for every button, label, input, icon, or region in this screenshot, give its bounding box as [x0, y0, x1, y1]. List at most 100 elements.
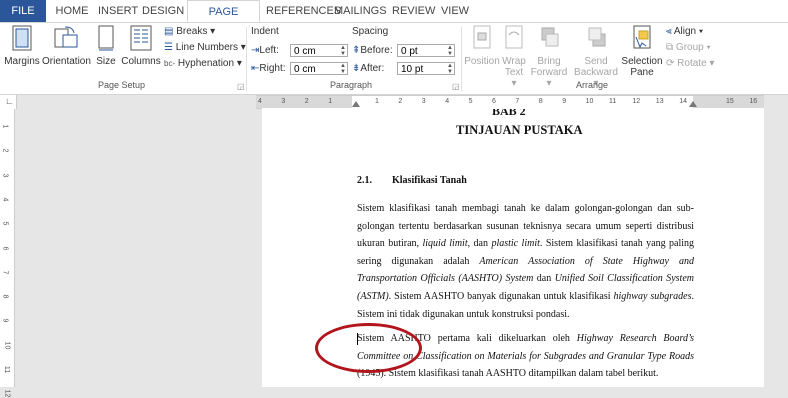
margins-icon: [12, 25, 32, 51]
tab-mailings[interactable]: MAILINGS: [334, 0, 387, 22]
columns-button[interactable]: Columns: [121, 25, 161, 67]
ruler-number: 4: [1, 197, 9, 202]
paragraph-1[interactable]: Sistem klasifikasi tanah membagi tanah k…: [357, 200, 694, 323]
hyphenation-button[interactable]: bc- Hyphenation ▾: [164, 58, 242, 69]
breaks-icon: ▤: [164, 26, 174, 37]
spacing-before-input[interactable]: 0 pt ▲ ▼: [397, 44, 455, 57]
spin-arrows-icon[interactable]: ▲ ▼: [447, 63, 453, 75]
orientation-icon: [54, 26, 78, 48]
text-run: (1945). Sistem klasifikasi tanah AASHTO …: [357, 368, 659, 380]
right-indent-marker-icon[interactable]: [689, 101, 697, 107]
ruler-number: 12: [3, 389, 11, 398]
align-button[interactable]: ⫷ Align ▾: [666, 26, 703, 37]
tab-design[interactable]: DESIGN: [142, 0, 184, 22]
ruler-number: 14: [679, 98, 687, 105]
paragraph-launcher-icon[interactable]: ◲: [452, 82, 460, 91]
wrap-label-2: Text ▾: [504, 67, 524, 89]
orientation-button[interactable]: Orientation: [42, 25, 91, 67]
divider: [461, 27, 462, 91]
spacing-after-label: ⇟After:: [352, 63, 384, 74]
ruler-number: 9: [562, 98, 567, 105]
selection-pane-icon: [633, 25, 651, 49]
tab-file[interactable]: FILE: [0, 0, 46, 22]
tab-selector[interactable]: ∟: [0, 95, 17, 109]
wrap-label-2-text: Text: [504, 67, 524, 78]
position-button[interactable]: Position: [463, 25, 501, 67]
bring-forward-button[interactable]: Bring Forward ▾: [529, 25, 569, 89]
ruler-number: 6: [1, 246, 9, 250]
hyphenation-label: Hyphenation: [177, 58, 235, 69]
spacing-label: Spacing: [352, 26, 389, 37]
vertical-ruler[interactable]: 1 2 3 4 5 6 7 8 9 10 11 12: [0, 109, 15, 398]
group-button[interactable]: ⧉ Group ▾: [666, 42, 711, 53]
indent-right-label: ⇤Right:: [251, 63, 286, 74]
ruler-number: 16: [749, 98, 758, 105]
margins-button[interactable]: Margins: [4, 25, 40, 67]
spacing-after-input[interactable]: 10 pt ▲ ▼: [397, 62, 455, 75]
tab-stop-icon: ∟: [5, 96, 14, 106]
ruler-number: 5: [468, 98, 473, 105]
line-numbers-button[interactable]: ☰ Line Numbers ▾: [164, 42, 246, 53]
ruler-number: 15: [726, 98, 734, 105]
tab-home[interactable]: HOME: [54, 0, 90, 22]
indent-right-text: Right:: [259, 63, 286, 74]
ruler-number: 3: [421, 98, 426, 105]
selection-label-1: Selection: [621, 56, 663, 67]
ruler-number: 8: [538, 98, 543, 105]
indent-right-input[interactable]: 0 cm ▲ ▼: [290, 62, 348, 75]
wrap-text-button[interactable]: Wrap Text ▾: [501, 25, 527, 89]
paragraph-group-label: Paragraph: [330, 80, 373, 90]
spin-arrows-icon[interactable]: ▲ ▼: [447, 45, 453, 57]
columns-label: Columns: [121, 56, 161, 67]
tab-page-layout[interactable]: PAGE LAYOUT: [187, 0, 260, 40]
ribbon: Margins Orientation Size Columns ▤ Break…: [0, 23, 788, 95]
chapter-title: TINJAUAN PUSTAKA: [456, 123, 583, 137]
spacing-before-value: 0 pt: [401, 46, 418, 57]
indent-left-text: Left:: [259, 45, 279, 56]
ruler-number: 10: [585, 98, 594, 105]
align-label: Align: [673, 26, 697, 37]
spacing-before-label: ⇞Before:: [352, 45, 393, 56]
page-setup-group-label: Page Setup: [98, 80, 146, 90]
align-icon: ⫷: [666, 26, 672, 37]
divider: [246, 27, 247, 91]
send-backward-icon: [588, 27, 606, 47]
tab-review[interactable]: REVIEW: [392, 0, 435, 22]
size-button[interactable]: Size: [93, 25, 119, 67]
ruler-number: 9: [1, 318, 9, 323]
size-label: Size: [96, 56, 116, 67]
indent-label: Indent: [251, 26, 279, 37]
ruler-number: 7: [1, 270, 9, 275]
send-label-1: Send: [584, 56, 608, 67]
indent-marker-icon[interactable]: [352, 101, 360, 107]
ribbon-tabs: FILE HOME INSERT DESIGN PAGE LAYOUT REFE…: [0, 0, 788, 40]
tab-references[interactable]: REFERENCES: [266, 0, 341, 22]
spin-arrows-icon[interactable]: ▲ ▼: [340, 63, 346, 75]
tab-view[interactable]: VIEW: [440, 0, 470, 22]
ruler-number: 3: [1, 173, 9, 178]
ruler-number: 1: [375, 98, 379, 105]
spacing-after-text: After:: [360, 63, 385, 74]
rotate-button[interactable]: ⟳ Rotate ▾: [666, 58, 714, 69]
spin-arrows-icon[interactable]: ▲ ▼: [340, 45, 346, 57]
spacing-before-text: Before:: [360, 45, 393, 56]
bring-label-2: Forward ▾: [530, 67, 568, 89]
bring-label-2-text: Forward: [530, 67, 568, 78]
wrap-label-1: Wrap: [502, 56, 526, 67]
indent-left-input[interactable]: 0 cm ▲ ▼: [290, 44, 348, 57]
wrap-text-icon: [505, 25, 523, 49]
ruler-number: 7: [515, 98, 520, 105]
selection-label-2: Pane: [630, 67, 654, 78]
page-setup-launcher-icon[interactable]: ◲: [237, 82, 245, 91]
ruler-number: 5: [1, 221, 9, 226]
columns-icon: [130, 25, 152, 51]
rotate-label: Rotate: [677, 58, 707, 69]
bring-label-1: Bring: [537, 56, 561, 67]
breaks-button[interactable]: ▤ Breaks ▾: [164, 26, 215, 37]
position-icon: [473, 25, 491, 49]
horizontal-ruler[interactable]: 4 3 2 1 1 2 3 4 5 6 7 8 9 10 11 12 13 14 15 16: [256, 95, 764, 109]
selection-pane-button[interactable]: Selection Pane: [620, 25, 664, 78]
text-run: . Sistem AASHTO banyak digunakan untuk k…: [388, 290, 614, 302]
send-label-2-text: Backward: [574, 67, 618, 78]
tab-insert[interactable]: INSERT: [98, 0, 138, 22]
